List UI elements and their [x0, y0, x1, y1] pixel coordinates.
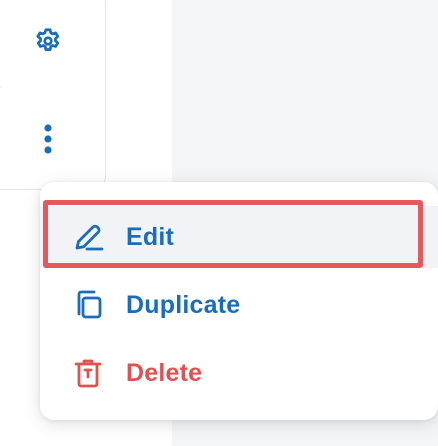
toolbar-divider [0, 87, 1, 88]
context-menu: Edit Duplicate Delete [40, 182, 438, 420]
app-stage: Edit Duplicate Delete [0, 0, 438, 446]
settings-button[interactable] [26, 19, 70, 63]
menu-item-edit[interactable]: Edit [40, 206, 438, 268]
pencil-icon [70, 219, 106, 255]
menu-item-label: Delete [126, 358, 203, 387]
menu-item-label: Edit [126, 222, 175, 251]
menu-item-label: Duplicate [126, 290, 241, 319]
duplicate-icon [70, 287, 106, 323]
toolbar-card [0, 0, 106, 190]
vertical-ellipsis-icon [44, 124, 52, 154]
menu-item-delete[interactable]: Delete [40, 342, 438, 404]
trash-icon [70, 355, 106, 391]
more-options-button[interactable] [26, 117, 70, 161]
menu-item-duplicate[interactable]: Duplicate [40, 274, 438, 336]
gear-icon [36, 28, 60, 51]
